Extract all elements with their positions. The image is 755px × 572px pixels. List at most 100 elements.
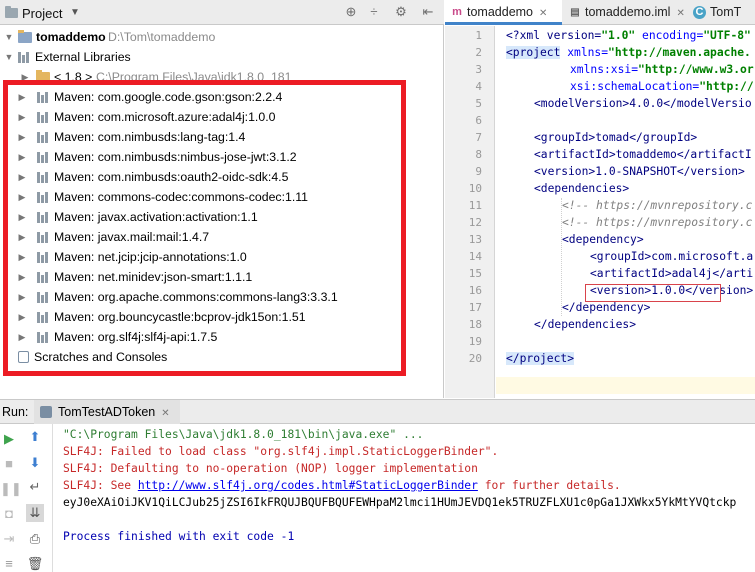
down-arrow-icon[interactable]: ⬇ [26, 454, 44, 472]
stop-icon[interactable]: ■ [0, 455, 18, 473]
pause-icon[interactable]: ❚❚ [0, 480, 22, 498]
tab-pom[interactable]: m tomaddemo ✕ [445, 0, 562, 25]
line-number: 8 [475, 148, 482, 161]
close-icon[interactable]: ✕ [161, 408, 169, 419]
run-config-icon [40, 406, 52, 418]
tab-class[interactable]: C TomT [688, 0, 755, 25]
code-token: xsi:schemaLocation= [570, 80, 700, 93]
code-token: "http://maven.apache. [608, 46, 751, 59]
line-number: 11 [468, 199, 482, 212]
code-line: <groupId>com.microsoft.a [590, 250, 754, 263]
line-number: 9 [475, 165, 482, 178]
project-folder-icon [5, 6, 18, 18]
red-highlight-annotation [585, 284, 721, 302]
project-panel: Project ▼ ⊕ ÷ ⚙ ⇤ ▼ tomaddemo D:\Tom\tom… [0, 0, 444, 398]
tab-iml[interactable]: ▤ tomaddemo.iml ✕ [563, 0, 687, 25]
tab-label: TomT [710, 5, 742, 19]
code-line: <version>1.0-SNAPSHOT</version> [534, 165, 745, 178]
code-token: "1.0" [601, 29, 636, 42]
chevron-down-icon[interactable]: ▼ [70, 7, 80, 18]
code-token: xmlns= [560, 46, 609, 59]
line-number: 17 [468, 301, 482, 314]
code-token: encoding= [635, 29, 704, 42]
maven-icon: m [452, 6, 462, 18]
console-line: "C:\Program Files\Java\jdk1.8.0_181\bin\… [63, 428, 424, 441]
scroll-to-end-icon[interactable]: ⇊ [26, 504, 44, 522]
hide-panel-icon[interactable]: ⇤ [420, 4, 436, 20]
library-icon [18, 52, 32, 63]
soft-wrap-icon[interactable]: ↵ [26, 478, 44, 496]
editor-tab-bar: m tomaddemo ✕ ▤ tomaddemo.iml ✕ C TomT [445, 0, 755, 25]
line-number: 12 [468, 216, 482, 229]
run-panel: Run: TomTestADToken ✕ ▶ ■ ❚❚ ◘ ⇥ ≡ ⬆ ⬇ ↵ … [0, 399, 755, 572]
camera-icon[interactable]: ◘ [0, 505, 18, 523]
print-icon[interactable]: ⎙ [26, 530, 44, 548]
close-icon[interactable]: ✕ [676, 8, 684, 19]
code-line: <dependencies> [534, 182, 630, 195]
run-tab[interactable]: TomTestADToken ✕ [34, 400, 180, 424]
run-label: Run: [2, 405, 29, 419]
line-number: 18 [468, 318, 482, 331]
code-line: </project> [506, 350, 575, 367]
line-number: 7 [475, 131, 482, 144]
line-number: 2 [475, 46, 482, 59]
tree-item-external-libraries[interactable]: ▼ External Libraries [0, 47, 440, 67]
tab-label: tomaddemo [467, 5, 534, 19]
chevron-down-icon[interactable]: ▼ [4, 27, 14, 47]
up-arrow-icon[interactable]: ⬆ [26, 428, 44, 446]
tree-root-item[interactable]: ▼ tomaddemo D:\Tom\tomaddemo [0, 27, 440, 47]
line-number: 6 [475, 114, 482, 127]
root-project-name: tomaddemo [36, 30, 106, 44]
close-icon[interactable]: ✕ [539, 8, 547, 19]
root-project-path: D:\Tom\tomaddemo [108, 30, 216, 44]
code-token: xmlns:xsi= [570, 63, 639, 76]
exit-icon[interactable]: ⇥ [0, 530, 18, 548]
line-number: 19 [468, 335, 482, 348]
code-line: </dependencies> [534, 318, 637, 331]
code-line: xmlns:xsi="http://www.w3.or [570, 61, 754, 78]
console-line: SLF4J: Failed to load class "org.slf4j.i… [63, 445, 499, 458]
code-token: </project> [506, 352, 575, 365]
line-number: 4 [475, 80, 482, 93]
console-line: SLF4J: Defaulting to no-operation (NOP) … [63, 462, 478, 475]
code-line: <modelVersion>4.0.0</modelVersio [534, 97, 752, 110]
console-text: for further details. [477, 479, 621, 492]
code-line: <artifactId>adal4j</arti [590, 267, 754, 280]
console-output[interactable]: "C:\Program Files\Java\jdk1.8.0_181\bin\… [52, 424, 755, 572]
rerun-icon[interactable]: ▶ [0, 430, 18, 448]
module-folder-icon [18, 30, 32, 43]
trash-icon[interactable]: 🗑 [26, 555, 44, 572]
console-link[interactable]: http://www.slf4j.org/codes.html#StaticLo… [138, 479, 478, 492]
code-line: <?xml version="1.0" encoding="UTF-8" [506, 27, 751, 44]
code-token: "UTF-8" [703, 29, 751, 42]
settings-icon[interactable]: ≡ [0, 555, 18, 572]
current-line-highlight [496, 377, 755, 394]
line-number: 16 [468, 284, 482, 297]
gear-icon[interactable]: ⚙ [393, 4, 409, 20]
target-icon[interactable]: ⊕ [343, 4, 359, 20]
console-text: SLF4J: See [63, 479, 138, 492]
chevron-down-icon[interactable]: ▼ [4, 47, 14, 67]
line-number: 13 [468, 233, 482, 246]
run-panel-header: Run: TomTestADToken ✕ [0, 400, 755, 424]
code-token: "http:// [699, 80, 754, 93]
red-highlight-annotation [3, 80, 406, 376]
code-line: <!-- https://mvnrepository.c [562, 199, 753, 212]
code-line: <project xmlns="http://maven.apache. [506, 44, 751, 61]
line-number: 10 [468, 182, 482, 195]
project-panel-title[interactable]: Project [22, 6, 62, 21]
project-panel-header: Project ▼ ⊕ ÷ ⚙ ⇤ [0, 0, 444, 25]
run-tab-label: TomTestADToken [58, 405, 156, 419]
code-line: <!-- https://mvnrepository.c [562, 216, 753, 229]
collapse-all-icon[interactable]: ÷ [366, 4, 382, 20]
code-line: <dependency> [562, 233, 644, 246]
iml-file-icon: ▤ [570, 7, 580, 18]
code-line: xsi:schemaLocation="http:// [570, 78, 754, 95]
code-area[interactable]: <?xml version="1.0" encoding="UTF-8" <pr… [496, 26, 755, 398]
console-line: eyJ0eXAiOiJKV1QiLCJub25jZSI6IkFRQUJBQUFB… [63, 496, 737, 509]
line-number: 5 [475, 97, 482, 110]
line-number: 3 [475, 63, 482, 76]
code-token: <?xml version= [506, 29, 602, 42]
tab-label: tomaddemo.iml [585, 5, 671, 19]
code-line: <groupId>tomad</groupId> [534, 131, 698, 144]
